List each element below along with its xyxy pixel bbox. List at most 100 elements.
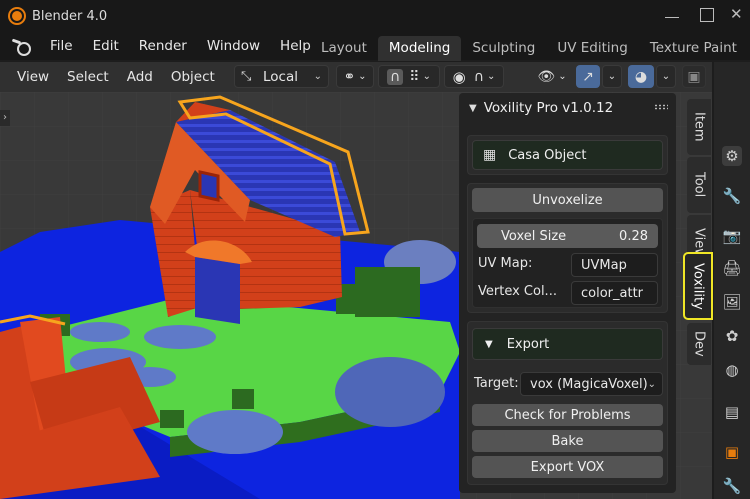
export-subpanel-header[interactable]: ▼ Export xyxy=(472,328,663,360)
tool-settings-icon[interactable]: 🔧 xyxy=(722,186,742,206)
menu-window[interactable]: Window xyxy=(197,38,270,54)
blender-logo-icon[interactable] xyxy=(12,37,31,56)
tab-voxility-label: Voxility xyxy=(690,262,706,310)
export-vox-button[interactable]: Export VOX xyxy=(472,456,663,478)
casa-object-button[interactable]: ▦ Casa Object xyxy=(472,140,663,170)
overlays-dropdown[interactable]: ⌄ xyxy=(656,65,676,88)
xray-icon: ▣ xyxy=(687,68,701,85)
tab-texture-paint[interactable]: Texture Paint xyxy=(639,36,748,61)
bake-button[interactable]: Bake xyxy=(472,430,663,452)
tab-tool[interactable]: Tool xyxy=(687,157,711,213)
chevron-down-icon: ⌄ xyxy=(661,71,671,82)
chevron-down-icon: ⌄ xyxy=(486,71,496,82)
view-layer-icon[interactable]: 🖼 xyxy=(722,292,742,312)
voxel-object-icon: ▦ xyxy=(483,147,497,163)
toolbar-expand-chevron[interactable]: › xyxy=(0,110,10,126)
output-properties-icon[interactable]: 🖨 xyxy=(722,258,742,278)
object-section: ▦ Casa Object xyxy=(467,135,668,175)
uv-map-label: UV Map: xyxy=(478,256,533,271)
casa-object-label: Casa Object xyxy=(508,147,587,163)
magnet-snap-icon: ∩ xyxy=(387,68,404,85)
tab-voxility[interactable]: Voxility xyxy=(683,252,713,320)
modifier-properties-icon[interactable]: 🔧 xyxy=(722,476,742,496)
voxel-size-slider[interactable]: Voxel Size 0.28 xyxy=(477,224,658,248)
transform-orientation-dropdown[interactable]: ⤡ Local ⌄ xyxy=(234,65,329,88)
target-label: Target: xyxy=(474,376,519,391)
tab-sculpting[interactable]: Sculpting xyxy=(461,36,546,61)
menu-add[interactable]: Add xyxy=(118,69,162,85)
vertex-color-field[interactable]: color_attr xyxy=(571,281,658,305)
chevron-down-icon: ⌄ xyxy=(647,378,656,390)
tab-tool-label: Tool xyxy=(691,172,707,198)
tab-dev[interactable]: Dev xyxy=(687,323,711,365)
menu-object[interactable]: Object xyxy=(162,69,224,85)
scene-properties-icon[interactable]: ✿ xyxy=(722,326,742,346)
vertex-color-label: Vertex Col... xyxy=(478,284,557,299)
maximize-button[interactable] xyxy=(700,8,714,22)
link-icon: ⚭ xyxy=(343,68,356,85)
voxility-side-panel: ▼ Voxility Pro v1.0.12 ▦ Casa Object Unv… xyxy=(459,93,676,493)
chevron-down-icon: ⌄ xyxy=(313,71,322,82)
chevron-down-icon: ⌄ xyxy=(422,71,431,82)
gizmo-toggle[interactable]: ↗ xyxy=(576,65,600,88)
tab-item[interactable]: Item xyxy=(687,99,711,155)
eye-icon: 👁 xyxy=(537,68,556,85)
target-dropdown[interactable]: vox (MagicaVoxel) ⌄ xyxy=(520,372,663,396)
overlays-toggle[interactable]: ◕ xyxy=(628,65,654,88)
blender-app-icon xyxy=(10,9,24,23)
properties-editor-strip: ⚙ 🔧 📷 🖨 🖼 ✿ ◍ ▤ ▣ 🔧 xyxy=(714,62,750,499)
world-properties-icon[interactable]: ◍ xyxy=(722,360,742,380)
tab-dev-label: Dev xyxy=(691,331,707,357)
xray-toggle[interactable]: ▣ xyxy=(682,65,706,88)
chevron-down-icon: ⌄ xyxy=(358,71,367,82)
close-button[interactable]: ✕ xyxy=(730,7,744,22)
tab-layout[interactable]: Layout xyxy=(310,36,378,61)
workspace-tabs: Layout Modeling Sculpting UV Editing Tex… xyxy=(310,36,748,61)
menu-select[interactable]: Select xyxy=(58,69,118,85)
proportional-edit-group[interactable]: ◉ ∩ ⌄ xyxy=(444,65,504,88)
chevron-down-icon: ⌄ xyxy=(558,71,567,82)
voxel-size-value: 0.28 xyxy=(619,228,648,244)
gizmo-dropdown[interactable]: ⌄ xyxy=(602,65,622,88)
chevron-down-icon: ▼ xyxy=(485,338,493,350)
export-section: ▼ Export Target: vox (MagicaVoxel) ⌄ Che… xyxy=(467,321,668,485)
panel-header[interactable]: ▼ Voxility Pro v1.0.12 xyxy=(459,93,676,123)
panel-title: Voxility Pro v1.0.12 xyxy=(483,100,614,116)
check-for-problems-button[interactable]: Check for Problems xyxy=(472,404,663,426)
uv-map-field[interactable]: UVMap xyxy=(571,253,658,277)
falloff-curve-icon: ∩ xyxy=(473,68,484,85)
proportional-edit-icon: ◉ xyxy=(452,67,466,86)
pivot-point-dropdown[interactable]: ⚭ ⌄ xyxy=(336,65,374,88)
unvoxelize-button[interactable]: Unvoxelize xyxy=(472,188,663,212)
menu-file[interactable]: File xyxy=(40,38,83,54)
drag-handle-icon[interactable] xyxy=(654,104,668,110)
voxel-size-label: Voxel Size xyxy=(501,228,567,244)
target-value: vox (MagicaVoxel) xyxy=(530,376,648,392)
chevron-down-icon: ⌄ xyxy=(607,71,617,82)
gizmo-icon: ↗ xyxy=(582,68,594,85)
tab-modeling[interactable]: Modeling xyxy=(377,36,462,61)
minimize-button[interactable] xyxy=(665,8,679,18)
snap-grid-icon: ⠿ xyxy=(409,68,420,85)
sidebar-tabs: Item Tool View Voxility Dev xyxy=(683,93,713,499)
tab-uv-editing[interactable]: UV Editing xyxy=(546,36,638,61)
tab-item-label: Item xyxy=(691,112,707,142)
menu-render[interactable]: Render xyxy=(129,38,197,54)
snap-toggle-group[interactable]: ∩ ⠿ ⌄ xyxy=(378,65,440,88)
menu-edit[interactable]: Edit xyxy=(83,38,129,54)
object-properties-icon[interactable]: ▣ xyxy=(722,442,742,462)
menu-view[interactable]: View xyxy=(8,69,58,85)
window-title: Blender 4.0 xyxy=(32,8,108,24)
collection-properties-icon[interactable]: ▤ xyxy=(722,402,742,422)
voxel-settings-section: Unvoxelize Voxel Size 0.28 UV Map: UVMap… xyxy=(467,183,668,313)
visibility-dropdown[interactable]: 👁 ⌄ xyxy=(532,65,572,88)
overlays-icon: ◕ xyxy=(634,68,648,85)
export-label: Export xyxy=(506,336,550,352)
title-bar: Blender 4.0 xyxy=(0,0,750,32)
chevron-down-icon: ▼ xyxy=(469,102,477,114)
tool-properties-icon[interactable]: ⚙ xyxy=(722,146,742,166)
orientation-label: Local xyxy=(263,68,298,85)
render-properties-icon[interactable]: 📷 xyxy=(722,226,742,246)
voxel-params-box: Voxel Size 0.28 UV Map: UVMap Vertex Col… xyxy=(472,218,663,308)
orientation-icon: ⤡ xyxy=(241,68,252,84)
